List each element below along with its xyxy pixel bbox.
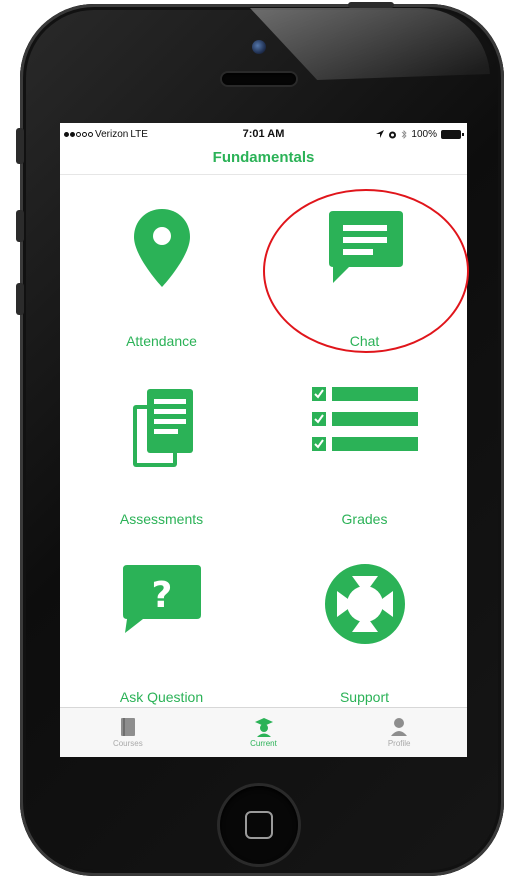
tile-attendance[interactable]: Attendance — [60, 175, 263, 353]
tile-ask-question[interactable]: ? Ask Question — [60, 531, 263, 709]
tab-courses[interactable]: Courses — [60, 708, 196, 757]
tile-assessments[interactable]: Assessments — [60, 353, 263, 531]
question-bubble-icon: ? — [122, 565, 201, 633]
home-button[interactable] — [220, 786, 298, 864]
mute-switch — [16, 128, 24, 164]
volume-up-button — [16, 210, 24, 242]
home-square-icon — [245, 811, 273, 839]
location-pin-icon — [133, 209, 190, 287]
tile-label-attendance: Attendance — [126, 333, 197, 349]
svg-text:?: ? — [151, 575, 172, 616]
tile-support[interactable]: Support — [263, 531, 466, 709]
status-bar: Verizon LTE 7:01 AM 100% — [60, 123, 467, 145]
tile-label-support: Support — [339, 689, 390, 705]
person-icon — [391, 718, 408, 736]
highlight-circle — [263, 189, 469, 353]
book-icon — [120, 718, 135, 736]
tab-profile[interactable]: Profile — [331, 708, 467, 757]
checklist-icon — [311, 387, 418, 451]
tile-label-assessments: Assessments — [119, 511, 204, 527]
page-title: Fundamentals — [60, 145, 467, 175]
battery-icon — [441, 129, 464, 139]
phone-glare — [250, 8, 490, 80]
lifebuoy-icon — [324, 564, 405, 644]
alarm-icon — [389, 131, 397, 138]
tab-current[interactable]: Current — [196, 708, 332, 757]
battery-percent: 100% — [411, 128, 437, 140]
tab-label-courses: Courses — [112, 739, 143, 748]
earpiece-speaker — [222, 73, 296, 85]
location-arrow-icon — [376, 130, 385, 138]
status-bar-right: 100% — [376, 128, 464, 140]
bluetooth-icon — [402, 129, 407, 139]
tile-label-grades: Grades — [341, 511, 388, 527]
power-button — [348, 2, 394, 8]
documents-icon — [132, 389, 193, 467]
volume-down-button — [16, 283, 24, 315]
graduate-icon — [254, 718, 273, 737]
tile-label-ask-question: Ask Question — [119, 689, 204, 705]
front-camera — [252, 40, 266, 54]
tab-label-profile: Profile — [387, 739, 411, 748]
tab-bar: Courses Current Profile — [60, 707, 467, 757]
tile-grades[interactable]: Grades — [263, 353, 466, 531]
tab-label-current: Current — [250, 739, 277, 748]
